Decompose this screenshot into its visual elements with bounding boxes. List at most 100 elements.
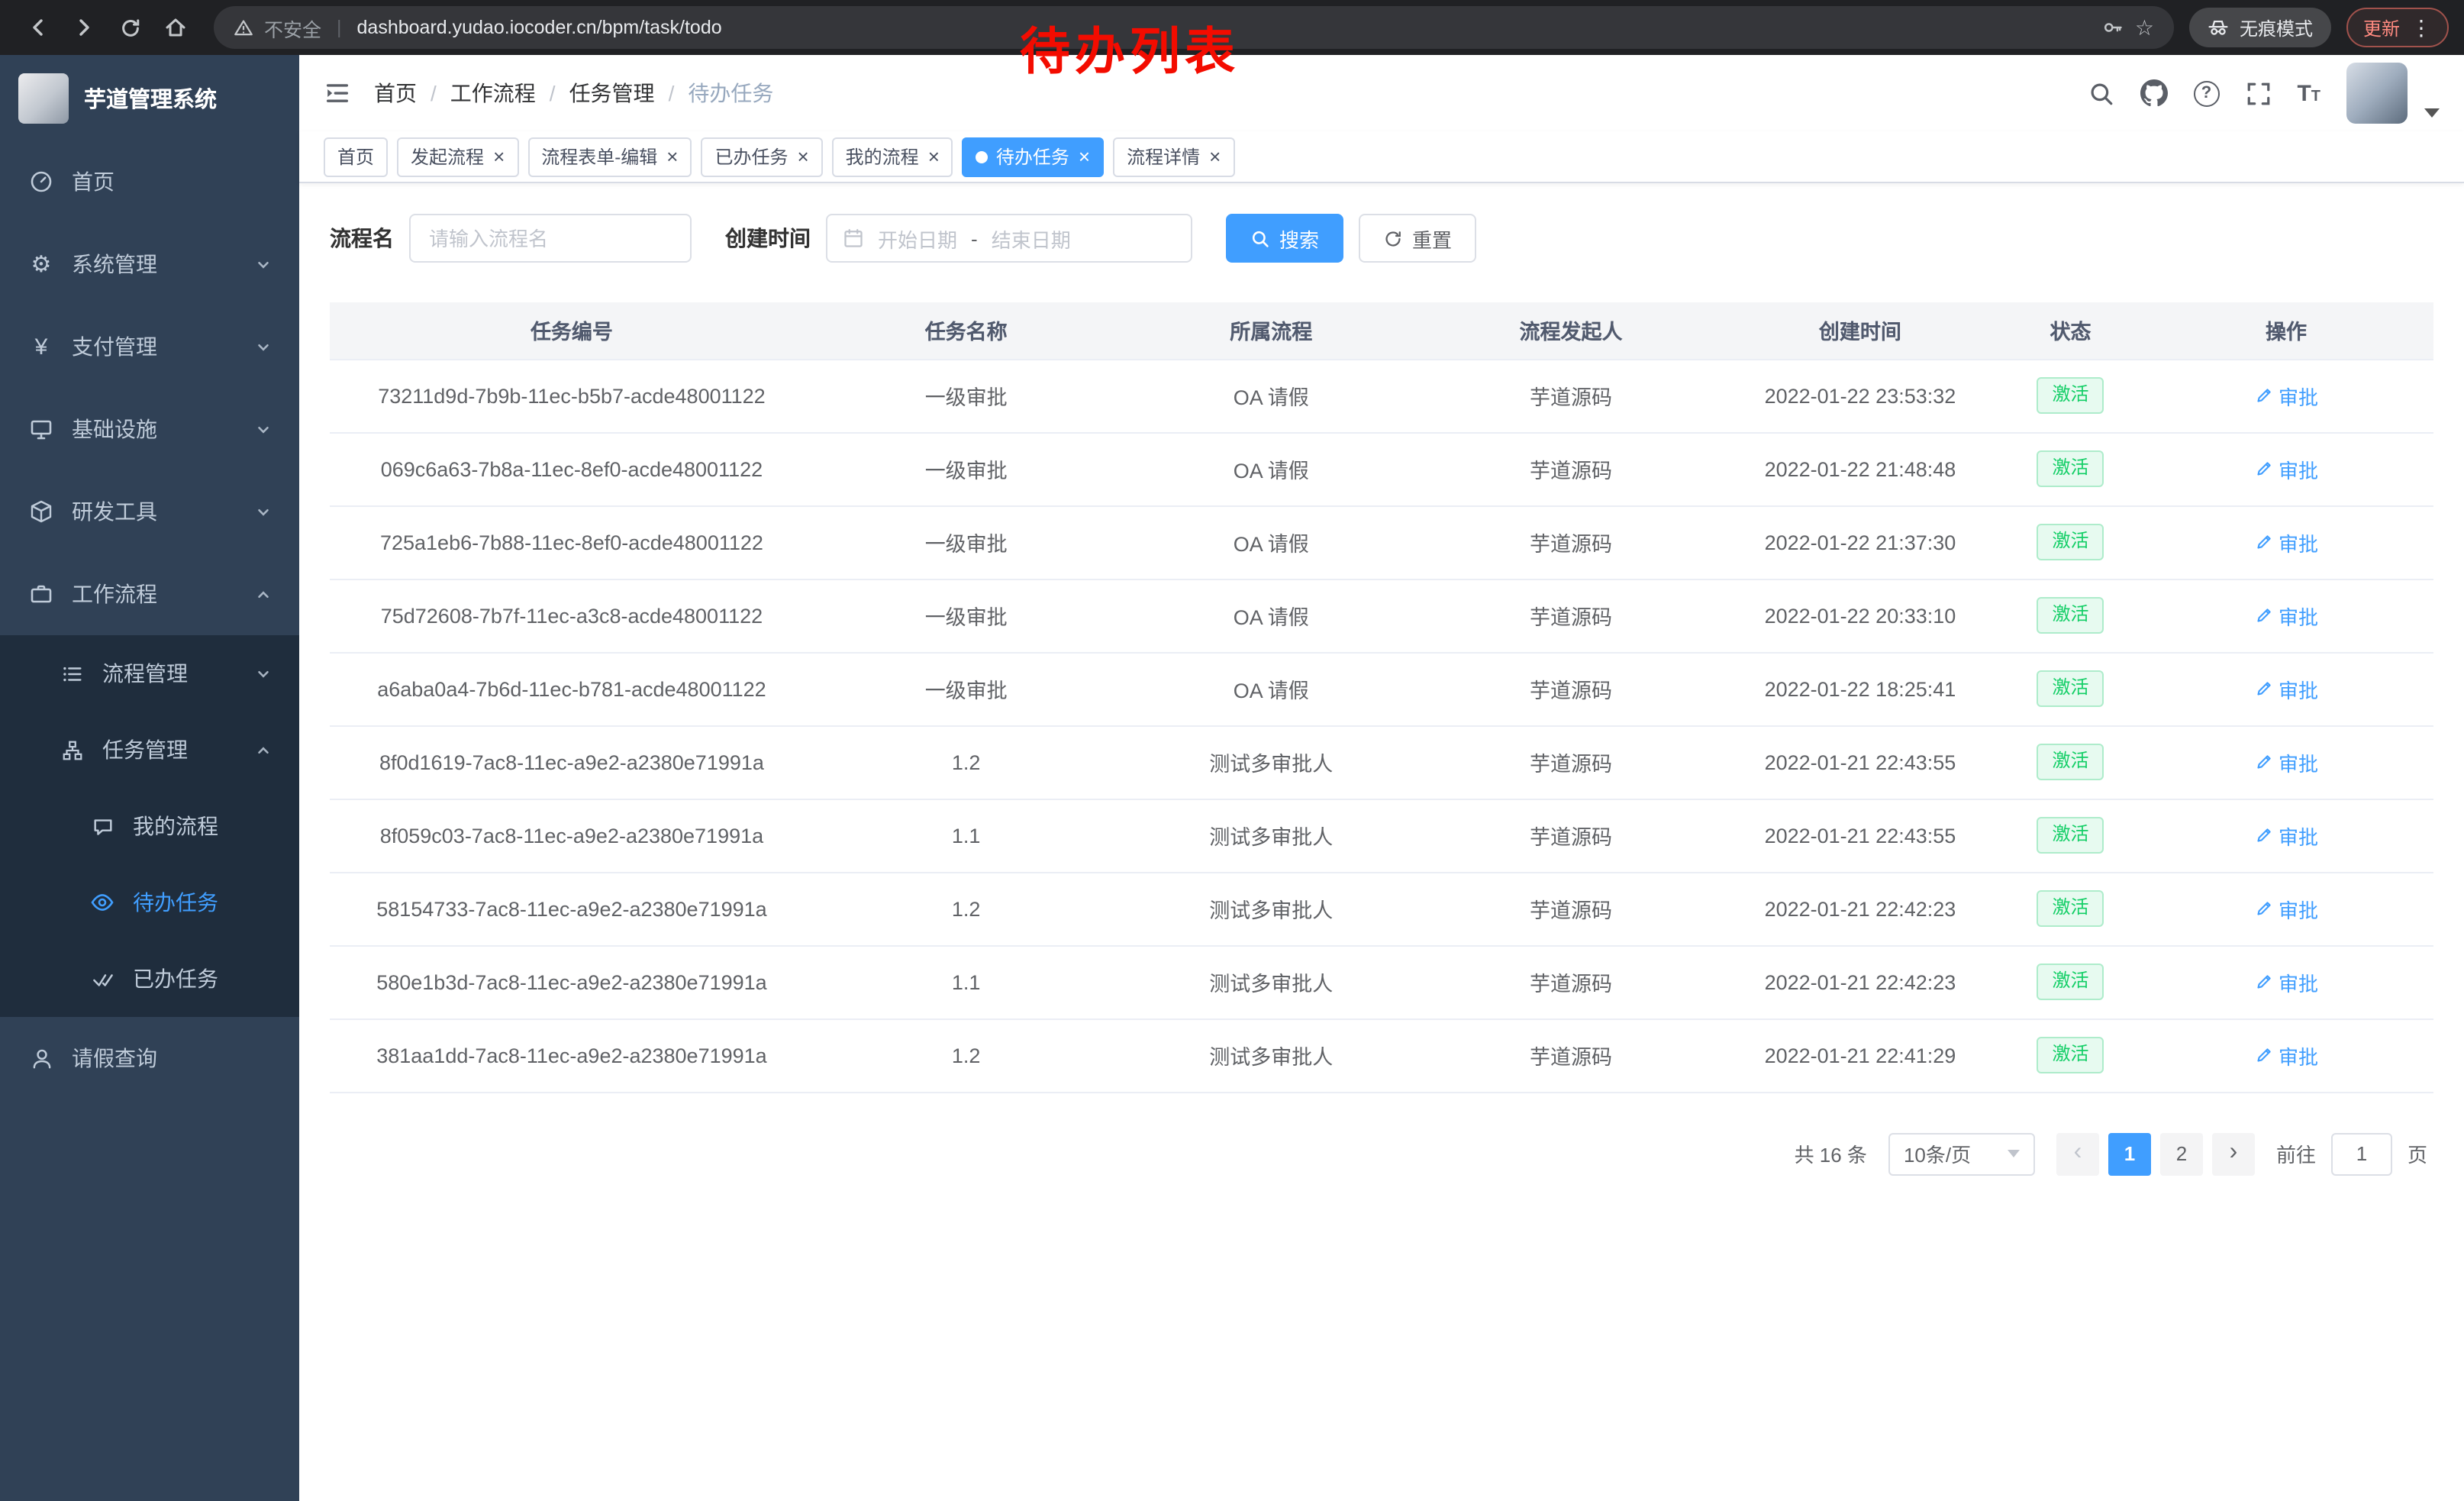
github-icon[interactable] [2140, 79, 2167, 107]
status-badge: 激活 [2037, 817, 2104, 853]
table-row: 069c6a63-7b8a-11ec-8ef0-acde48001122 一级审… [330, 432, 2433, 505]
fullscreen-icon[interactable] [2245, 80, 2271, 106]
table-row: a6aba0a4-7b6d-11ec-b781-acde48001122 一级审… [330, 652, 2433, 725]
avatar[interactable] [2346, 63, 2408, 124]
sidebar-item-process-management[interactable]: 流程管理 [0, 635, 299, 712]
table-row: 8f059c03-7ac8-11ec-a9e2-a2380e71991a 1.1… [330, 799, 2433, 872]
font-size-icon[interactable]: TT [2297, 82, 2320, 105]
task-name-cell: 一级审批 [814, 579, 1119, 652]
process-cell: 测试多审批人 [1119, 872, 1424, 945]
approve-link[interactable]: 审批 [2254, 967, 2318, 996]
app-logo[interactable]: 芋道管理系统 [0, 55, 299, 140]
approve-link[interactable]: 审批 [2254, 381, 2318, 410]
sidebar-toggle-icon[interactable] [324, 79, 351, 107]
sidebar-item-task-management[interactable]: 任务管理 [0, 712, 299, 788]
page-size-select[interactable]: 10条/页 [1888, 1132, 2035, 1175]
sidebar-item-infrastructure[interactable]: 基础设施 [0, 388, 299, 470]
close-icon[interactable]: × [493, 147, 505, 166]
menu-dots-icon[interactable]: ⋮ [2411, 17, 2432, 38]
back-icon[interactable] [15, 5, 61, 50]
approve-link[interactable]: 审批 [2254, 601, 2318, 630]
address-bar[interactable]: 不安全 | dashboard.yudao.iocoder.cn/bpm/tas… [214, 6, 2174, 49]
breadcrumb-workflow[interactable]: 工作流程 [450, 78, 536, 108]
task-id-cell: 8f0d1619-7ac8-11ec-a9e2-a2380e71991a [330, 725, 814, 799]
key-icon[interactable] [2103, 17, 2124, 38]
sidebar-item-devtools[interactable]: 研发工具 [0, 470, 299, 553]
sidebar-item-leave-query[interactable]: 请假查询 [0, 1017, 299, 1099]
initiator-cell: 芋道源码 [1424, 1018, 1718, 1092]
task-name-cell: 一级审批 [814, 505, 1119, 579]
created-cell: 2022-01-21 22:43:55 [1718, 725, 2002, 799]
approve-link[interactable]: 审批 [2254, 528, 2318, 557]
close-icon[interactable]: × [666, 147, 678, 166]
date-range-picker[interactable]: 开始日期 - 结束日期 [826, 214, 1192, 263]
tag-form-edit[interactable]: 流程表单-编辑× [527, 137, 692, 176]
approve-link[interactable]: 审批 [2254, 894, 2318, 923]
task-name-cell: 一级审批 [814, 432, 1119, 505]
approve-link[interactable]: 审批 [2254, 1041, 2318, 1070]
edit-icon [2254, 1046, 2272, 1064]
process-cell: 测试多审批人 [1119, 799, 1424, 872]
page-button-2[interactable]: 2 [2160, 1132, 2203, 1175]
approve-link[interactable]: 审批 [2254, 821, 2318, 850]
update-button[interactable]: 更新 ⋮ [2346, 8, 2449, 47]
reload-icon[interactable] [107, 5, 153, 50]
tag-done-tasks[interactable]: 已办任务× [701, 137, 822, 176]
page-button-1[interactable]: 1 [2108, 1132, 2151, 1175]
status-badge: 激活 [2037, 524, 2104, 560]
tag-process-detail[interactable]: 流程详情× [1113, 137, 1234, 176]
status-badge: 激活 [2037, 597, 2104, 633]
close-icon[interactable]: × [1079, 147, 1090, 166]
created-cell: 2022-01-22 23:53:32 [1718, 359, 2002, 432]
incognito-badge: 无痕模式 [2189, 8, 2331, 47]
top-navbar: 首页 / 工作流程 / 任务管理 / 待办任务 ? TT [299, 55, 2464, 131]
initiator-cell: 芋道源码 [1424, 359, 1718, 432]
sidebar-item-home[interactable]: 首页 [0, 140, 299, 223]
sidebar-item-system[interactable]: ⚙ 系统管理 [0, 223, 299, 305]
goto-label: 前往 [2276, 1139, 2316, 1168]
forward-icon[interactable] [61, 5, 107, 50]
search-icon[interactable] [2088, 80, 2114, 106]
process-name-input[interactable] [409, 214, 692, 263]
process-cell: 测试多审批人 [1119, 725, 1424, 799]
sidebar-item-payment[interactable]: ¥ 支付管理 [0, 305, 299, 388]
tag-my-process[interactable]: 我的流程× [832, 137, 953, 176]
process-cell: OA 请假 [1119, 359, 1424, 432]
sidebar-item-my-process[interactable]: 我的流程 [0, 788, 299, 864]
close-icon[interactable]: × [1209, 147, 1221, 166]
edit-icon [2254, 386, 2272, 405]
goto-page-input[interactable] [2331, 1132, 2392, 1175]
approve-link[interactable]: 审批 [2254, 454, 2318, 483]
next-page-button[interactable]: › [2212, 1132, 2255, 1175]
gear-icon: ⚙ [27, 253, 55, 276]
approve-link[interactable]: 审批 [2254, 674, 2318, 703]
task-name-cell: 1.2 [814, 1018, 1119, 1092]
breadcrumb-home[interactable]: 首页 [374, 78, 417, 108]
star-icon[interactable]: ☆ [2135, 15, 2154, 40]
created-cell: 2022-01-22 20:33:10 [1718, 579, 2002, 652]
sidebar-item-todo-tasks[interactable]: 待办任务 [0, 864, 299, 941]
status-badge: 激活 [2037, 377, 2104, 413]
process-cell: OA 请假 [1119, 652, 1424, 725]
close-icon[interactable]: × [797, 147, 808, 166]
sidebar-item-done-tasks[interactable]: 已办任务 [0, 941, 299, 1017]
end-date-placeholder: 结束日期 [992, 224, 1071, 253]
breadcrumb-task-management[interactable]: 任务管理 [569, 78, 655, 108]
col-created: 创建时间 [1718, 302, 2002, 359]
tag-home[interactable]: 首页 [324, 137, 388, 176]
chevron-down-icon [2008, 1150, 2020, 1157]
close-icon[interactable]: × [928, 147, 940, 166]
sidebar-item-workflow[interactable]: 工作流程 [0, 553, 299, 635]
tag-start-process[interactable]: 发起流程× [397, 137, 518, 176]
task-table-body: 73211d9d-7b9b-11ec-b5b7-acde48001122 一级审… [330, 359, 2433, 1092]
status-cell: 激活 [2002, 359, 2139, 432]
search-button[interactable]: 搜索 [1226, 214, 1343, 263]
help-icon[interactable]: ? [2193, 80, 2219, 106]
approve-link[interactable]: 审批 [2254, 747, 2318, 776]
reset-button[interactable]: 重置 [1359, 214, 1476, 263]
prev-page-button[interactable]: ‹ [2056, 1132, 2099, 1175]
home-icon[interactable] [153, 5, 198, 50]
tags-bar: 首页 发起流程× 流程表单-编辑× 已办任务× 我的流程× 待办任务× 流程详情… [299, 131, 2464, 183]
breadcrumb: 首页 / 工作流程 / 任务管理 / 待办任务 [374, 78, 773, 108]
tag-todo-tasks[interactable]: 待办任务× [963, 137, 1104, 176]
